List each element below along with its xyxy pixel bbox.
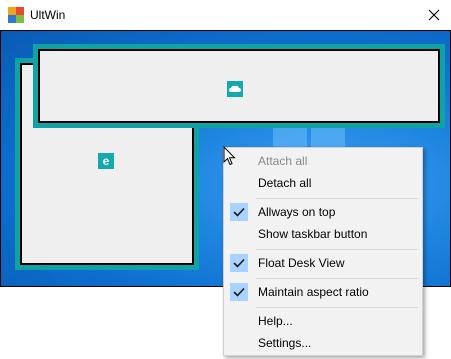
menu-item-maintain-aspect-ratio[interactable]: Maintain aspect ratio: [226, 281, 420, 303]
window-title: UltWin: [30, 8, 66, 22]
mouse-cursor-icon: [223, 146, 236, 166]
menu-item-always-on-top[interactable]: Allways on top: [226, 201, 420, 223]
ultwin-app-icon: [8, 7, 24, 23]
menu-item-attach-all[interactable]: Attach all: [226, 150, 420, 172]
checkmark-icon: [230, 203, 248, 221]
edge-icon: e: [98, 153, 114, 169]
checkmark-icon: [230, 283, 248, 301]
menu-separator: [256, 278, 418, 279]
menu-separator: [256, 307, 418, 308]
menu-item-detach-all[interactable]: Detach all: [226, 172, 420, 194]
close-button[interactable]: [417, 0, 451, 30]
window-thumbnail-app[interactable]: [33, 44, 445, 128]
menu-item-float-desk-view[interactable]: Float Desk View: [226, 252, 420, 274]
menu-separator: [256, 249, 418, 250]
ultwin-window: UltWin e Attach all Detach all Allways o…: [0, 0, 451, 359]
menu-separator: [256, 198, 418, 199]
weather-app-icon: [227, 81, 243, 97]
title-bar[interactable]: UltWin: [0, 0, 451, 30]
menu-item-help[interactable]: Help...: [226, 310, 420, 332]
context-menu: Attach all Detach all Allways on top Sho…: [223, 147, 423, 356]
checkmark-icon: [230, 254, 248, 272]
menu-item-show-taskbar-button[interactable]: Show taskbar button: [226, 223, 420, 245]
close-icon: [428, 9, 440, 21]
menu-item-settings[interactable]: Settings...: [226, 332, 420, 354]
